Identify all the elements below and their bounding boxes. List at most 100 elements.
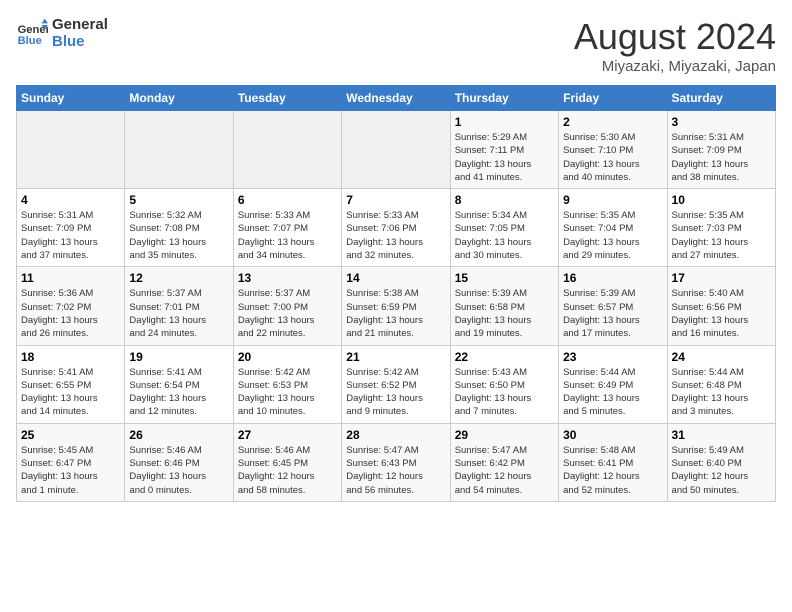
calendar-cell: 25Sunrise: 5:45 AMSunset: 6:47 PMDayligh… <box>17 423 125 501</box>
calendar-cell: 18 Sunrise: 5:41 AMSunset: 6:55 PMDayligh… <box>17 345 125 423</box>
day-number: 6 <box>238 193 337 207</box>
day-info: Sunrise: 5:47 AMSunset: 6:43 PMDaylight:… <box>346 444 445 497</box>
calendar-cell: 29 Sunrise: 5:47 AMSunset: 6:42 PMDayligh… <box>450 423 558 501</box>
calendar-cell: 14 Sunrise: 5:38 AMSunset: 6:59 PMDayligh… <box>342 267 450 345</box>
day-info: Sunrise: 5:41 AMSunset: 6:54 PMDaylight:… <box>129 366 228 419</box>
day-number: 7 <box>346 193 445 207</box>
calendar-cell: 11 Sunrise: 5:36 AMSunset: 7:02 PMDayligh… <box>17 267 125 345</box>
day-info: Sunrise: 5:42 AMSunset: 6:53 PMDaylight:… <box>238 366 337 419</box>
day-info: Sunrise: 5:46 AMSunset: 6:46 PMDaylight:… <box>129 444 228 497</box>
day-number: 2 <box>563 115 662 129</box>
calendar-cell <box>17 111 125 189</box>
day-info: Sunrise: 5:33 AMSunset: 7:07 PMDaylight:… <box>238 209 337 262</box>
calendar-cell: 7Sunrise: 5:33 AMSunset: 7:06 PMDaylight… <box>342 189 450 267</box>
logo-icon: General Blue <box>16 17 48 49</box>
day-info: Sunrise: 5:38 AMSunset: 6:59 PMDaylight:… <box>346 287 445 340</box>
weekday-header-row: SundayMondayTuesdayWednesdayThursdayFrid… <box>17 86 776 111</box>
calendar-cell: 28 Sunrise: 5:47 AMSunset: 6:43 PMDayligh… <box>342 423 450 501</box>
weekday-header-sunday: Sunday <box>17 86 125 111</box>
day-info: Sunrise: 5:42 AMSunset: 6:52 PMDaylight:… <box>346 366 445 419</box>
day-number: 20 <box>238 350 337 364</box>
day-number: 14 <box>346 271 445 285</box>
day-info: Sunrise: 5:46 AMSunset: 6:45 PMDaylight:… <box>238 444 337 497</box>
day-info: Sunrise: 5:32 AMSunset: 7:08 PMDaylight:… <box>129 209 228 262</box>
weekday-header-saturday: Saturday <box>667 86 775 111</box>
day-number: 8 <box>455 193 554 207</box>
day-number: 30 <box>563 428 662 442</box>
title-block: August 2024 Miyazaki, Miyazaki, Japan <box>574 16 776 75</box>
day-number: 18 <box>21 350 120 364</box>
day-info: Sunrise: 5:35 AMSunset: 7:04 PMDaylight:… <box>563 209 662 262</box>
week-row-4: 18 Sunrise: 5:41 AMSunset: 6:55 PMDayligh… <box>17 345 776 423</box>
day-number: 19 <box>129 350 228 364</box>
logo-line2: Blue <box>52 33 108 50</box>
calendar-cell: 10 Sunrise: 5:35 AMSunset: 7:03 PMDayligh… <box>667 189 775 267</box>
calendar-cell: 22Sunrise: 5:43 AMSunset: 6:50 PMDayligh… <box>450 345 558 423</box>
calendar-cell: 26 Sunrise: 5:46 AMSunset: 6:46 PMDayligh… <box>125 423 233 501</box>
day-number: 29 <box>455 428 554 442</box>
day-info: Sunrise: 5:45 AMSunset: 6:47 PMDaylight:… <box>21 444 120 497</box>
page-header: General Blue General Blue August 2024 Mi… <box>16 16 776 75</box>
calendar-cell: 6 Sunrise: 5:33 AMSunset: 7:07 PMDaylight… <box>233 189 341 267</box>
calendar-cell: 31 Sunrise: 5:49 AMSunset: 6:40 PMDayligh… <box>667 423 775 501</box>
calendar-cell: 21Sunrise: 5:42 AMSunset: 6:52 PMDayligh… <box>342 345 450 423</box>
week-row-5: 25Sunrise: 5:45 AMSunset: 6:47 PMDayligh… <box>17 423 776 501</box>
day-number: 31 <box>672 428 771 442</box>
day-number: 1 <box>455 115 554 129</box>
weekday-header-friday: Friday <box>559 86 667 111</box>
day-info: Sunrise: 5:31 AMSunset: 7:09 PMDaylight:… <box>21 209 120 262</box>
day-number: 5 <box>129 193 228 207</box>
day-info: Sunrise: 5:39 AMSunset: 6:57 PMDaylight:… <box>563 287 662 340</box>
calendar-table: SundayMondayTuesdayWednesdayThursdayFrid… <box>16 85 776 502</box>
calendar-title: August 2024 <box>574 16 776 58</box>
calendar-cell: 1 Sunrise: 5:29 AMSunset: 7:11 PMDaylight… <box>450 111 558 189</box>
day-info: Sunrise: 5:47 AMSunset: 6:42 PMDaylight:… <box>455 444 554 497</box>
day-info: Sunrise: 5:44 AMSunset: 6:49 PMDaylight:… <box>563 366 662 419</box>
day-info: Sunrise: 5:35 AMSunset: 7:03 PMDaylight:… <box>672 209 771 262</box>
calendar-cell <box>125 111 233 189</box>
calendar-cell: 23Sunrise: 5:44 AMSunset: 6:49 PMDayligh… <box>559 345 667 423</box>
day-info: Sunrise: 5:44 AMSunset: 6:48 PMDaylight:… <box>672 366 771 419</box>
calendar-cell: 15 Sunrise: 5:39 AMSunset: 6:58 PMDayligh… <box>450 267 558 345</box>
day-number: 24 <box>672 350 771 364</box>
day-number: 12 <box>129 271 228 285</box>
day-info: Sunrise: 5:48 AMSunset: 6:41 PMDaylight:… <box>563 444 662 497</box>
svg-text:Blue: Blue <box>18 35 42 47</box>
day-number: 15 <box>455 271 554 285</box>
weekday-header-monday: Monday <box>125 86 233 111</box>
calendar-cell: 24 Sunrise: 5:44 AMSunset: 6:48 PMDayligh… <box>667 345 775 423</box>
day-number: 13 <box>238 271 337 285</box>
calendar-cell: 20 Sunrise: 5:42 AMSunset: 6:53 PMDayligh… <box>233 345 341 423</box>
day-number: 26 <box>129 428 228 442</box>
day-number: 10 <box>672 193 771 207</box>
calendar-cell: 19 Sunrise: 5:41 AMSunset: 6:54 PMDayligh… <box>125 345 233 423</box>
day-number: 3 <box>672 115 771 129</box>
day-info: Sunrise: 5:37 AMSunset: 7:00 PMDaylight:… <box>238 287 337 340</box>
day-number: 11 <box>21 271 120 285</box>
day-number: 27 <box>238 428 337 442</box>
weekday-header-tuesday: Tuesday <box>233 86 341 111</box>
week-row-2: 4 Sunrise: 5:31 AMSunset: 7:09 PMDaylight… <box>17 189 776 267</box>
day-info: Sunrise: 5:49 AMSunset: 6:40 PMDaylight:… <box>672 444 771 497</box>
day-info: Sunrise: 5:30 AMSunset: 7:10 PMDaylight:… <box>563 131 662 184</box>
calendar-cell: 17Sunrise: 5:40 AMSunset: 6:56 PMDayligh… <box>667 267 775 345</box>
calendar-subtitle: Miyazaki, Miyazaki, Japan <box>574 58 776 75</box>
day-info: Sunrise: 5:34 AMSunset: 7:05 PMDaylight:… <box>455 209 554 262</box>
calendar-cell: 9 Sunrise: 5:35 AMSunset: 7:04 PMDaylight… <box>559 189 667 267</box>
day-info: Sunrise: 5:41 AMSunset: 6:55 PMDaylight:… <box>21 366 120 419</box>
day-number: 16 <box>563 271 662 285</box>
day-number: 9 <box>563 193 662 207</box>
calendar-cell: 16 Sunrise: 5:39 AMSunset: 6:57 PMDayligh… <box>559 267 667 345</box>
calendar-cell: 8 Sunrise: 5:34 AMSunset: 7:05 PMDaylight… <box>450 189 558 267</box>
week-row-1: 1 Sunrise: 5:29 AMSunset: 7:11 PMDaylight… <box>17 111 776 189</box>
day-info: Sunrise: 5:43 AMSunset: 6:50 PMDaylight:… <box>455 366 554 419</box>
day-number: 28 <box>346 428 445 442</box>
calendar-cell: 27 Sunrise: 5:46 AMSunset: 6:45 PMDayligh… <box>233 423 341 501</box>
day-info: Sunrise: 5:36 AMSunset: 7:02 PMDaylight:… <box>21 287 120 340</box>
day-info: Sunrise: 5:39 AMSunset: 6:58 PMDaylight:… <box>455 287 554 340</box>
weekday-header-thursday: Thursday <box>450 86 558 111</box>
day-number: 4 <box>21 193 120 207</box>
day-info: Sunrise: 5:29 AMSunset: 7:11 PMDaylight:… <box>455 131 554 184</box>
calendar-cell: 13 Sunrise: 5:37 AMSunset: 7:00 PMDayligh… <box>233 267 341 345</box>
logo: General Blue General Blue <box>16 16 108 50</box>
